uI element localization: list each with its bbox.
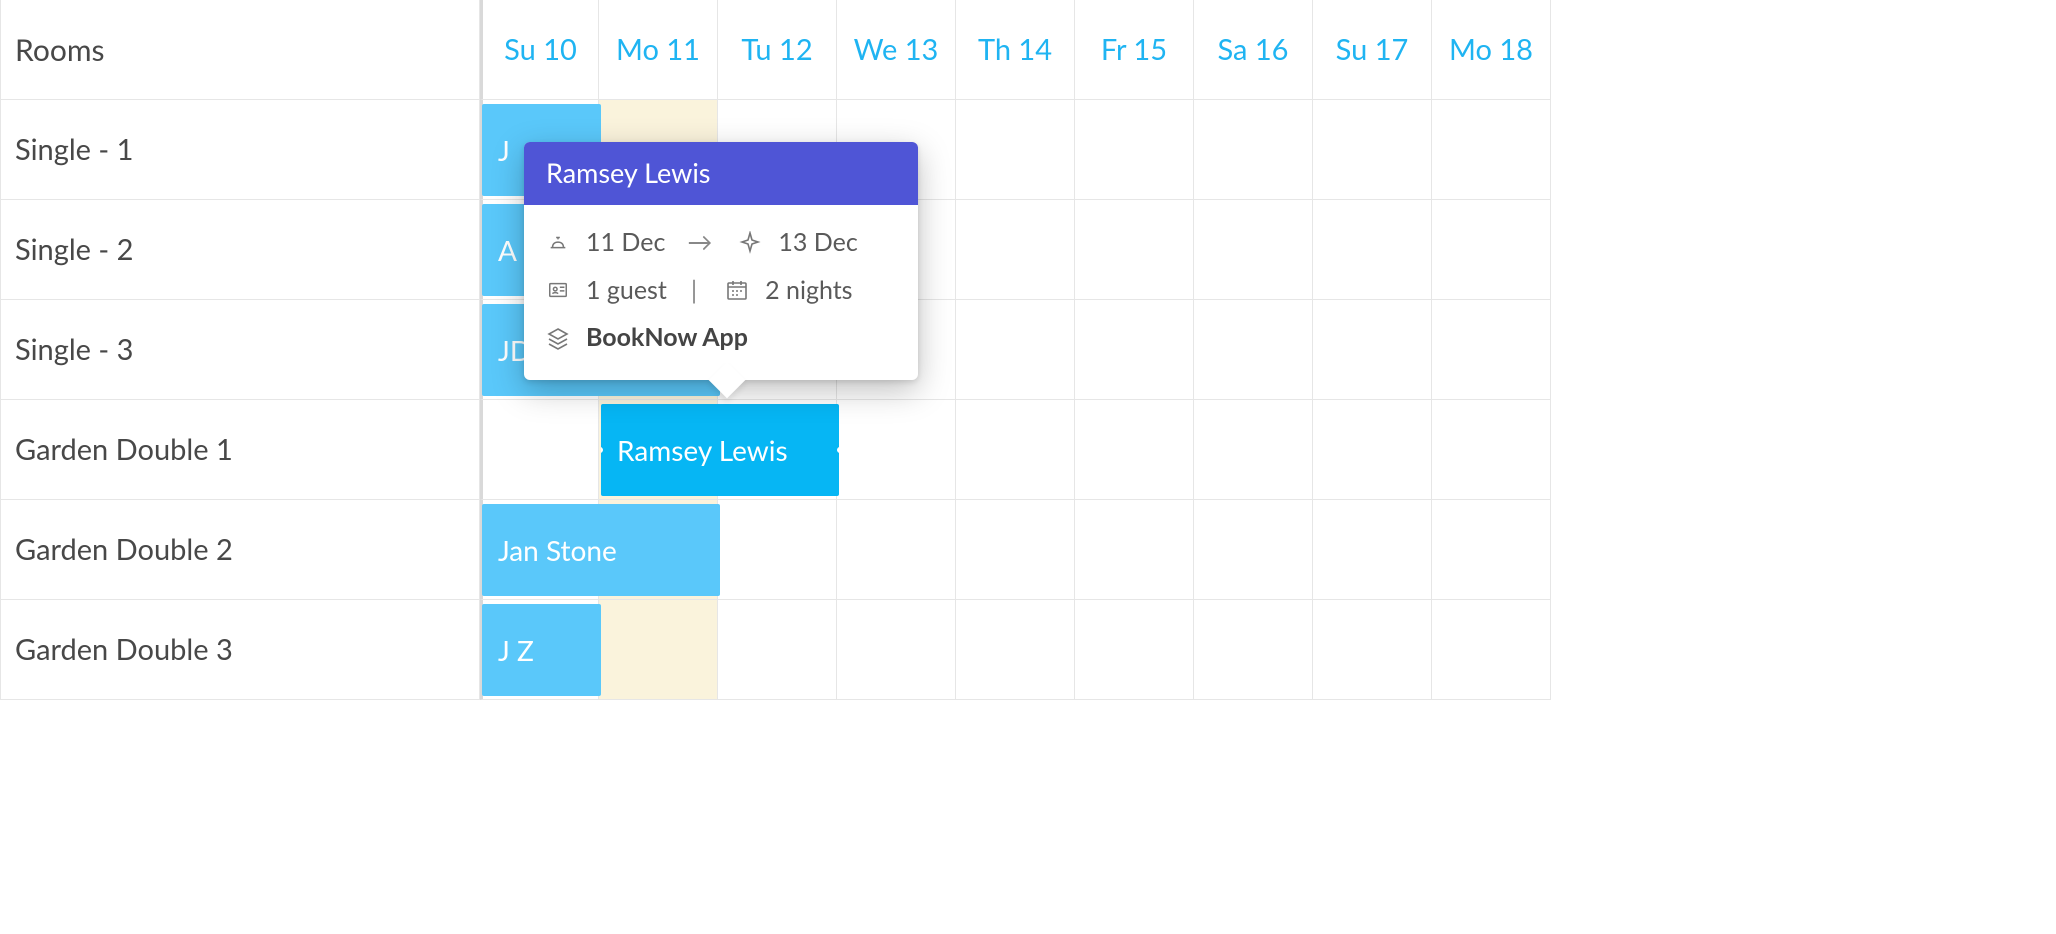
booking-label: J — [498, 133, 510, 167]
room-label: Single - 3 — [1, 300, 480, 400]
booking-label: J Z — [498, 633, 534, 667]
nights-count: 2 nights — [765, 267, 852, 315]
grid-cell[interactable] — [718, 600, 837, 700]
resize-handle-left[interactable] — [601, 445, 605, 455]
grid-cell[interactable] — [1075, 100, 1194, 200]
separator: | — [691, 267, 697, 315]
plane-icon — [734, 229, 766, 257]
date-header[interactable]: Th 14 — [956, 0, 1075, 100]
grid-cell[interactable] — [837, 500, 956, 600]
room-label: Garden Double 3 — [1, 600, 480, 700]
popover-body: 11 Dec → 13 Dec 1 guest | — [524, 205, 918, 380]
grid-cell[interactable] — [1075, 400, 1194, 500]
checkout-date: 13 Dec — [778, 219, 857, 267]
booking-popover[interactable]: Ramsey Lewis 11 Dec → 13 Dec — [524, 142, 918, 380]
checkin-date: 11 Dec — [586, 219, 665, 267]
grid-cell[interactable] — [956, 300, 1075, 400]
date-header[interactable]: We 13 — [837, 0, 956, 100]
bell-icon — [542, 229, 574, 257]
room-label: Single - 2 — [1, 200, 480, 300]
grid-cell[interactable] — [599, 600, 718, 700]
booking-bar[interactable]: Jan Stone — [482, 504, 720, 596]
grid-cell[interactable] — [1313, 100, 1432, 200]
room-label: Garden Double 2 — [1, 500, 480, 600]
layers-icon — [542, 324, 574, 352]
popover-title: Ramsey Lewis — [524, 142, 918, 205]
grid-cell[interactable] — [1313, 500, 1432, 600]
date-header[interactable]: Fr 15 — [1075, 0, 1194, 100]
grid-cell[interactable] — [1194, 400, 1313, 500]
booking-bar-selected[interactable]: Ramsey Lewis — [601, 404, 839, 496]
grid-cell[interactable] — [1432, 300, 1551, 400]
grid-cell[interactable] — [1194, 300, 1313, 400]
grid-cell[interactable] — [956, 200, 1075, 300]
room-label: Single - 1 — [1, 100, 480, 200]
booking-label: Jan Stone — [498, 533, 617, 567]
grid-cell[interactable] — [956, 400, 1075, 500]
booking-label: A — [498, 233, 517, 267]
resize-handle-right[interactable] — [835, 445, 839, 455]
room-label: Garden Double 1 — [1, 400, 480, 500]
booking-label: Ramsey Lewis — [617, 433, 788, 467]
calendar-icon — [721, 276, 753, 304]
grid-cell[interactable] — [1194, 200, 1313, 300]
id-card-icon — [542, 276, 574, 304]
grid-cell[interactable] — [1432, 100, 1551, 200]
grid-cell[interactable] — [1313, 600, 1432, 700]
grid-cell[interactable] — [1313, 300, 1432, 400]
grid-cell[interactable] — [1075, 300, 1194, 400]
booking-bar[interactable]: J Z — [482, 604, 601, 696]
grid-cell[interactable] — [1313, 400, 1432, 500]
date-header[interactable]: Mo 11 — [599, 0, 718, 100]
booking-calendar: Rooms Su 10 Mo 11 Tu 12 We 13 Th 14 Fr 1… — [0, 0, 1558, 700]
grid-cell[interactable] — [1075, 500, 1194, 600]
grid-cell[interactable] — [956, 500, 1075, 600]
date-header[interactable]: Sa 16 — [1194, 0, 1313, 100]
booking-source: BookNow App — [586, 314, 748, 362]
grid-cell[interactable] — [1432, 400, 1551, 500]
grid-cell[interactable] — [1194, 500, 1313, 600]
grid-cell[interactable] — [718, 500, 837, 600]
grid-cell[interactable] — [837, 400, 956, 500]
grid-cell[interactable] — [837, 600, 956, 700]
grid-cell[interactable] — [1075, 200, 1194, 300]
grid-cell[interactable] — [1075, 600, 1194, 700]
date-header[interactable]: Tu 12 — [718, 0, 837, 100]
guest-count: 1 guest — [586, 267, 667, 315]
grid-cell[interactable] — [480, 400, 599, 500]
grid-cell[interactable] — [956, 100, 1075, 200]
grid-cell[interactable] — [1194, 600, 1313, 700]
date-header[interactable]: Su 10 — [480, 0, 599, 100]
grid-cell[interactable] — [1432, 500, 1551, 600]
grid-cell[interactable] — [1313, 200, 1432, 300]
grid-cell[interactable] — [1432, 600, 1551, 700]
date-header[interactable]: Su 17 — [1313, 0, 1432, 100]
grid-cell[interactable] — [956, 600, 1075, 700]
rooms-header-label: Rooms — [1, 0, 480, 100]
grid-cell[interactable] — [1194, 100, 1313, 200]
arrow-right-icon: → — [687, 219, 712, 267]
grid-cell[interactable] — [1432, 200, 1551, 300]
date-header[interactable]: Mo 18 — [1432, 0, 1551, 100]
